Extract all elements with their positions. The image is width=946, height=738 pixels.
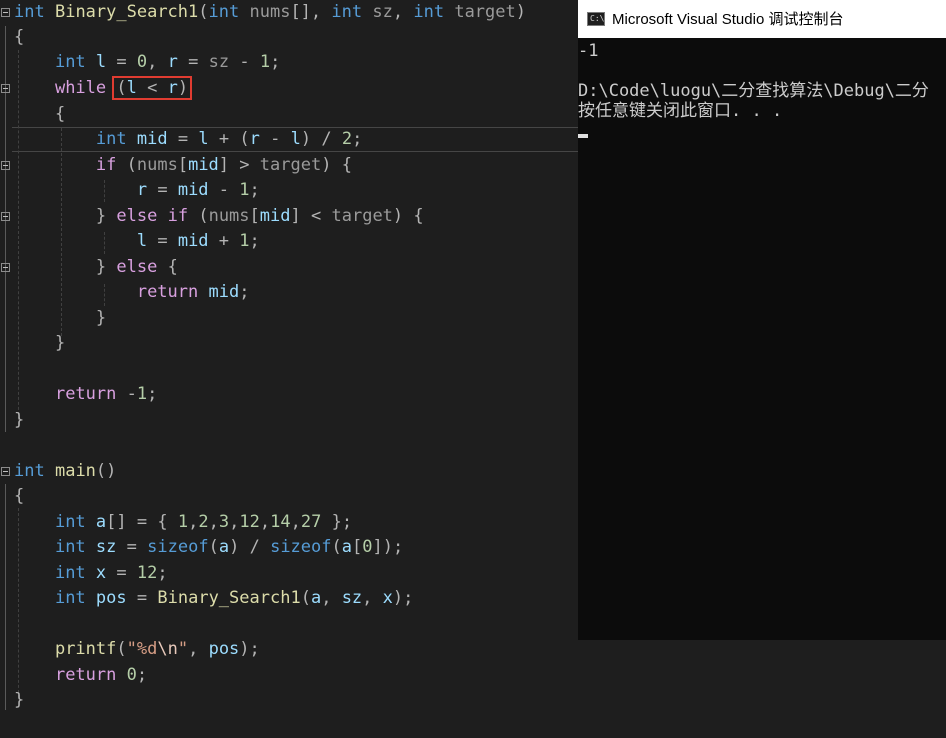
fold-toggle-icon[interactable] xyxy=(1,212,10,221)
code-line-26[interactable]: printf("%d\n", pos); xyxy=(0,637,946,662)
highlighted-condition-box: (l < r) xyxy=(112,76,193,100)
debug-console-window[interactable]: C:\ Microsoft Visual Studio 调试控制台 -1 D:\… xyxy=(578,0,946,640)
console-app-icon: C:\ xyxy=(587,12,605,26)
fold-toggle-icon[interactable] xyxy=(1,8,10,17)
console-title: Microsoft Visual Studio 调试控制台 xyxy=(612,11,844,28)
console-output-line: 按任意键关闭此窗口. . . xyxy=(578,101,783,121)
console-output-line: D:\Code\luogu\二分查找算法\Debug\二分 xyxy=(578,81,929,101)
fold-toggle-icon[interactable] xyxy=(1,161,10,170)
console-output-line: -1 xyxy=(578,41,599,61)
fold-toggle-icon[interactable] xyxy=(1,84,10,93)
code-line-28[interactable]: } xyxy=(0,688,946,713)
fold-toggle-icon[interactable] xyxy=(1,467,10,476)
code-line-27[interactable]: return 0; xyxy=(0,663,946,688)
fold-toggle-icon[interactable] xyxy=(1,263,10,272)
console-titlebar[interactable]: C:\ Microsoft Visual Studio 调试控制台 xyxy=(578,0,946,38)
console-cursor xyxy=(578,134,588,138)
